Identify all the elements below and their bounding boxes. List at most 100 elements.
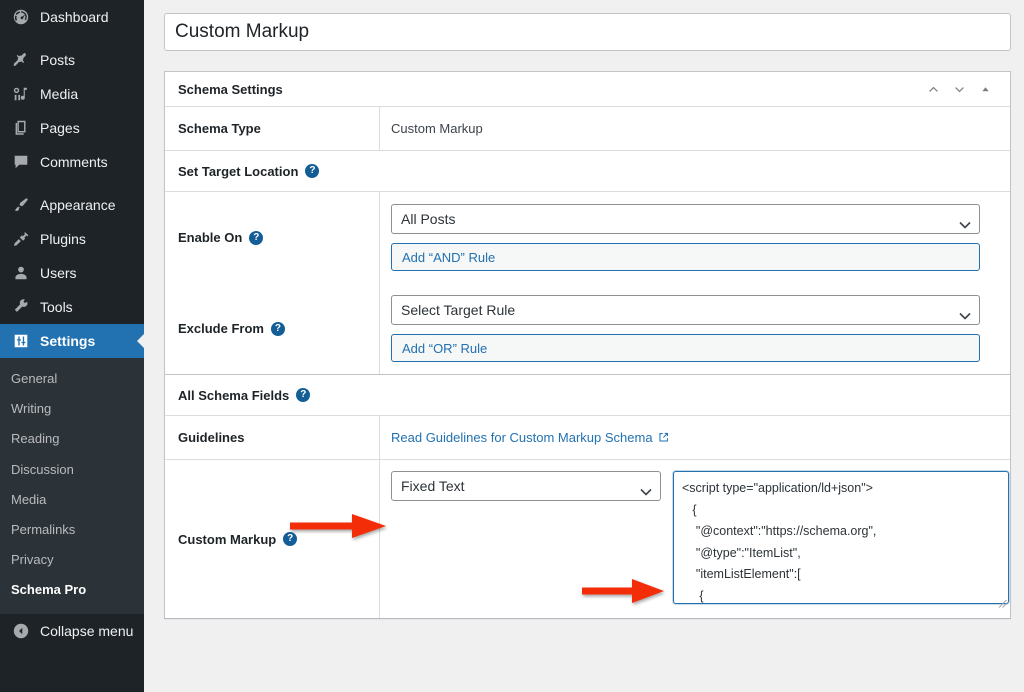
custom-markup-row: Custom Markup ? Fixed Text <script type=… (165, 460, 1010, 618)
exclude-from-label: Exclude From (178, 321, 264, 336)
exclude-from-select[interactable]: Select Target Rule (391, 295, 980, 325)
guidelines-label: Guidelines (178, 430, 244, 445)
menu-separator (0, 34, 144, 43)
enable-on-controls: All Posts Add “AND” Rule (391, 204, 980, 271)
custom-markup-textarea-wrap: <script type="application/ld+json"> { "@… (673, 471, 1009, 607)
toggle-panel-button[interactable] (972, 76, 998, 102)
sidebar-item-label: Tools (40, 300, 73, 314)
help-icon-exclude-from[interactable]: ? (271, 322, 285, 336)
sidebar-item-label: Settings (40, 334, 95, 348)
chevron-down-icon (959, 216, 971, 232)
wrench-icon (11, 297, 31, 317)
submenu-item-general[interactable]: General (0, 364, 144, 394)
guidelines-link-label: Read Guidelines for Custom Markup Schema (391, 430, 653, 445)
help-icon-schema-fields[interactable]: ? (296, 388, 310, 402)
panel-header: Schema Settings (165, 72, 1010, 107)
submenu-item-privacy[interactable]: Privacy (0, 545, 144, 575)
main-content: Schema Settings Schema Type Custom Marku… (144, 0, 1024, 692)
enable-on-label-cell: Enable On ? (165, 192, 380, 283)
comment-icon (11, 152, 31, 172)
page-title-input[interactable] (164, 13, 1011, 51)
move-down-button[interactable] (946, 76, 972, 102)
schema-type-label-cell: Schema Type (165, 107, 380, 150)
menu-separator (0, 179, 144, 188)
sidebar-item-pages[interactable]: Pages (0, 111, 144, 145)
schema-fields-heading: All Schema Fields (178, 388, 289, 403)
panel-title: Schema Settings (178, 82, 920, 97)
source-type-select-value: Fixed Text (401, 478, 465, 494)
user-icon (11, 263, 31, 283)
external-link-icon (658, 432, 669, 443)
custom-markup-value-cell: Fixed Text <script type="application/ld+… (380, 460, 1010, 618)
settings-submenu: General Writing Reading Discussion Media… (0, 358, 144, 614)
sidebar-item-label: Appearance (40, 198, 116, 212)
sidebar-item-label: Plugins (40, 232, 86, 246)
sidebar-item-label: Users (40, 266, 77, 280)
pages-icon (11, 118, 31, 138)
help-icon-enable-on[interactable]: ? (249, 231, 263, 245)
schema-type-value: Custom Markup (391, 121, 483, 136)
media-icon (11, 84, 31, 104)
custom-markup-textarea[interactable]: <script type="application/ld+json"> { "@… (673, 471, 1009, 604)
exclude-from-label-cell: Exclude From ? (165, 283, 380, 374)
wp-admin-screen: Dashboard Posts Media Pages Commen (0, 0, 1024, 692)
exclude-from-row: Exclude From ? Select Target Rule Add “O (165, 283, 1010, 374)
enable-on-select[interactable]: All Posts (391, 204, 980, 234)
exclude-from-value-cell: Select Target Rule Add “OR” Rule (380, 283, 1010, 374)
sidebar-item-label: Comments (40, 155, 108, 169)
add-and-rule-button[interactable]: Add “AND” Rule (391, 243, 980, 271)
custom-markup-label: Custom Markup (178, 532, 276, 547)
collapse-menu-button[interactable]: Collapse menu (0, 614, 144, 648)
chevron-down-icon (959, 307, 971, 323)
move-up-button[interactable] (920, 76, 946, 102)
add-or-rule-button[interactable]: Add “OR” Rule (391, 334, 980, 362)
collapse-arrow-icon (11, 621, 31, 641)
enable-on-row: Enable On ? All Posts Add “AND” Rule (165, 192, 1010, 283)
sidebar-item-label: Pages (40, 121, 80, 135)
sliders-icon (11, 331, 31, 351)
submenu-item-schema-pro[interactable]: Schema Pro (0, 575, 144, 605)
schema-fields-heading-row: All Schema Fields ? (165, 375, 1010, 416)
schema-type-label: Schema Type (178, 121, 261, 136)
guidelines-label-cell: Guidelines (165, 416, 380, 459)
sidebar-item-plugins[interactable]: Plugins (0, 222, 144, 256)
guidelines-row: Guidelines Read Guidelines for Custom Ma… (165, 416, 1010, 460)
enable-on-label: Enable On (178, 230, 242, 245)
sidebar-item-settings[interactable]: Settings (0, 324, 144, 358)
sidebar-item-posts[interactable]: Posts (0, 43, 144, 77)
help-icon-custom-markup[interactable]: ? (283, 532, 297, 546)
target-location-group: Enable On ? All Posts Add “AND” Rule (165, 192, 1010, 375)
schema-type-row: Schema Type Custom Markup (165, 107, 1010, 151)
sidebar-item-media[interactable]: Media (0, 77, 144, 111)
dashboard-icon (11, 7, 31, 27)
schema-type-value-cell: Custom Markup (380, 107, 1010, 150)
sidebar-item-label: Dashboard (40, 10, 109, 24)
sidebar-item-users[interactable]: Users (0, 256, 144, 290)
target-location-heading: Set Target Location (178, 164, 298, 179)
exclude-from-controls: Select Target Rule Add “OR” Rule (391, 295, 980, 362)
submenu-item-reading[interactable]: Reading (0, 424, 144, 454)
brush-icon (11, 195, 31, 215)
submenu-item-discussion[interactable]: Discussion (0, 455, 144, 485)
chevron-down-icon (640, 483, 652, 499)
exclude-from-select-value: Select Target Rule (401, 302, 515, 318)
sidebar-item-dashboard[interactable]: Dashboard (0, 0, 144, 34)
submenu-item-permalinks[interactable]: Permalinks (0, 515, 144, 545)
admin-sidebar: Dashboard Posts Media Pages Commen (0, 0, 144, 692)
sidebar-item-comments[interactable]: Comments (0, 145, 144, 179)
sidebar-item-label: Media (40, 87, 78, 101)
collapse-menu-label: Collapse menu (40, 623, 133, 639)
sidebar-item-label: Posts (40, 53, 75, 67)
plug-icon (11, 229, 31, 249)
guidelines-value-cell: Read Guidelines for Custom Markup Schema (380, 416, 1010, 459)
submenu-item-writing[interactable]: Writing (0, 394, 144, 424)
target-location-heading-row: Set Target Location ? (165, 151, 1010, 192)
sidebar-item-appearance[interactable]: Appearance (0, 188, 144, 222)
sidebar-item-tools[interactable]: Tools (0, 290, 144, 324)
help-icon-target-location[interactable]: ? (305, 164, 319, 178)
submenu-item-media[interactable]: Media (0, 485, 144, 515)
guidelines-link[interactable]: Read Guidelines for Custom Markup Schema (391, 430, 669, 445)
custom-markup-label-cell: Custom Markup ? (165, 460, 380, 618)
source-type-select[interactable]: Fixed Text (391, 471, 661, 501)
enable-on-select-value: All Posts (401, 211, 455, 227)
